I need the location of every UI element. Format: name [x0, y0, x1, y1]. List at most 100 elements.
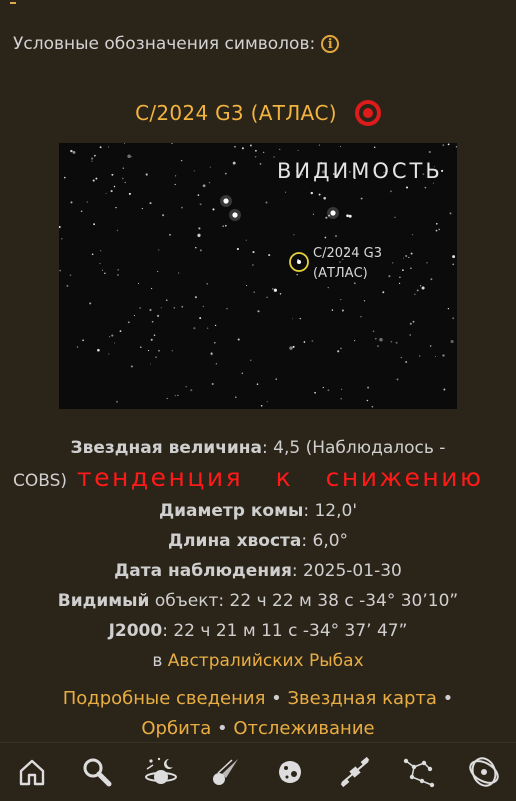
bottom-nav: [0, 742, 516, 801]
search-icon[interactable]: [77, 752, 117, 792]
legend-label: Условные обозначения символов:: [13, 34, 316, 54]
date-label: Дата наблюдения: [114, 561, 292, 581]
tail-line: Длина хвоста: 6,0°: [0, 526, 516, 556]
chevron-icon[interactable]: [10, 0, 16, 4]
orbits-icon[interactable]: [464, 752, 504, 792]
star: [133, 315, 135, 317]
link-separator: •: [211, 718, 234, 739]
star: [414, 293, 416, 295]
constellation-link[interactable]: Австралийских Рыбах: [168, 651, 364, 671]
star: [447, 143, 450, 146]
star: [147, 349, 150, 352]
star: [169, 233, 171, 236]
star: [402, 269, 404, 271]
info-icon[interactable]: i: [321, 35, 340, 53]
star: [259, 163, 262, 165]
star: [131, 156, 133, 158]
star: [455, 146, 457, 148]
star: [252, 264, 254, 266]
star: [412, 320, 415, 323]
star: [390, 340, 393, 343]
star: [429, 345, 432, 347]
sky-view[interactable]: ВИДИМОСТЬ C/2024 G3 (АТЛАС): [59, 143, 457, 409]
star: [89, 302, 92, 305]
star: [360, 316, 362, 318]
star: [303, 341, 306, 343]
satellite-icon[interactable]: [335, 752, 375, 792]
star: [70, 149, 73, 153]
star: [411, 233, 414, 236]
target-icon[interactable]: [354, 100, 381, 126]
star: [377, 345, 379, 348]
star: [139, 307, 141, 309]
star: [360, 197, 363, 200]
sky-object-label: C/2024 G3 (АТЛАС): [313, 244, 382, 284]
star: [104, 272, 106, 275]
star: [158, 349, 160, 352]
magnitude-value: : 4,5 (Наблюдалось -: [262, 438, 446, 458]
tracking-link[interactable]: Отслеживание: [233, 718, 374, 739]
star: [278, 148, 281, 151]
star: [241, 147, 244, 150]
star: [443, 388, 446, 391]
coma-value: : 12,0': [303, 501, 358, 521]
star: [435, 229, 438, 232]
star: [166, 299, 168, 301]
star: [426, 261, 428, 264]
star: [181, 305, 184, 308]
star: [252, 251, 255, 254]
star: [322, 386, 324, 389]
star: [202, 305, 205, 308]
star: [225, 224, 227, 227]
coma-label: Диаметр комы: [158, 501, 304, 521]
star: [124, 181, 126, 184]
sky-icon[interactable]: [141, 752, 181, 792]
asteroid-icon[interactable]: [270, 752, 310, 792]
star: [174, 395, 176, 397]
star: [341, 388, 343, 390]
star: [449, 212, 452, 215]
star: [224, 172, 227, 175]
star: [91, 160, 93, 162]
star: [452, 255, 456, 259]
star: [199, 203, 202, 206]
apparent-label: Видимый: [57, 591, 150, 611]
star: [416, 289, 419, 292]
star: [241, 372, 244, 375]
star: [260, 405, 263, 407]
star: [99, 263, 101, 265]
star: [119, 330, 122, 332]
star: [173, 307, 176, 309]
star: [86, 201, 89, 203]
star: [208, 181, 211, 184]
details-link[interactable]: Подробные сведения: [63, 688, 266, 709]
apparent-value: объект: 22 ч 22 м 38 с -34° 30’10”: [149, 591, 459, 611]
trend-text: тенденция к снижению: [77, 463, 484, 492]
star-map-link[interactable]: Звездная карта: [287, 688, 436, 709]
star: [206, 283, 208, 285]
star: [442, 144, 445, 146]
links-row-2: Орбита • Отслеживание: [0, 714, 516, 744]
star: [66, 284, 69, 287]
star: [390, 190, 392, 193]
star: [111, 334, 114, 337]
star: [130, 365, 133, 368]
orbit-link[interactable]: Орбита: [141, 718, 211, 739]
star: [246, 284, 248, 287]
star: [245, 239, 247, 241]
star: [214, 324, 217, 327]
comet-icon[interactable]: [206, 752, 246, 792]
star: [323, 196, 326, 200]
star: [312, 213, 314, 215]
bright-star: [330, 210, 336, 216]
star: [149, 202, 152, 205]
star: [153, 334, 156, 336]
star: [122, 167, 124, 169]
star: [406, 186, 408, 189]
star: [117, 268, 120, 271]
star: [348, 214, 352, 218]
home-icon[interactable]: [12, 752, 52, 792]
star: [324, 236, 327, 239]
constellation-icon[interactable]: [399, 752, 439, 792]
star: [194, 296, 197, 299]
